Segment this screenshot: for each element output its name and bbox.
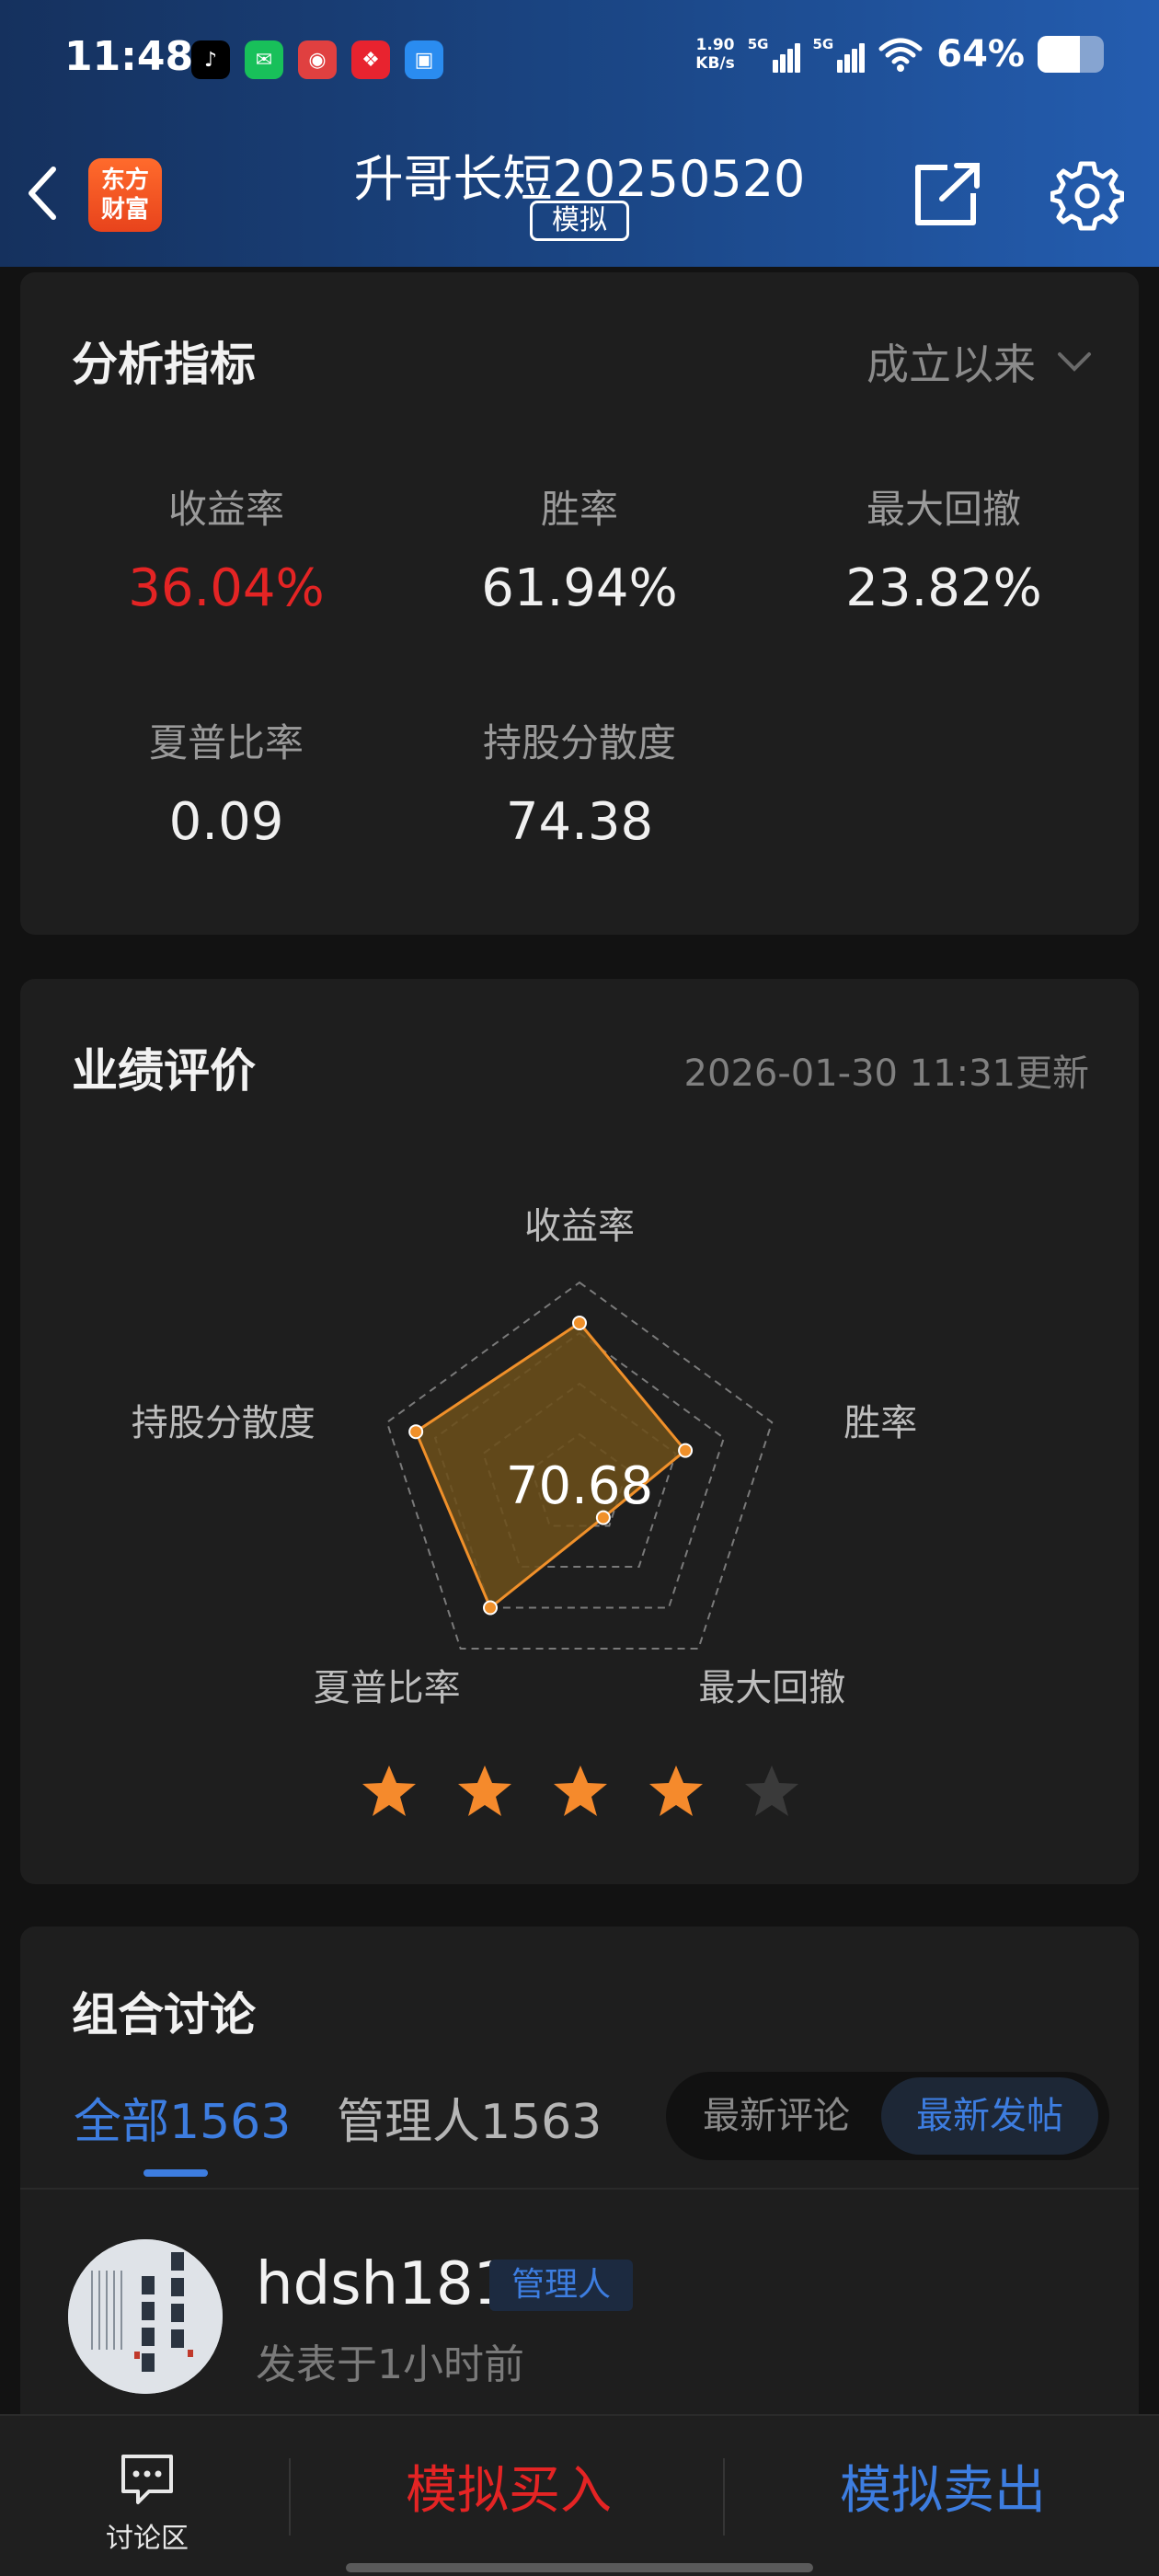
status-app-icons: ♪ ✉ ◉ ❖ ▣	[191, 40, 443, 79]
blue-app-icon: ▣	[405, 40, 443, 79]
metric-label: 胜率	[540, 487, 618, 532]
bottom-action-bar: 讨论区 模拟买入 模拟卖出	[0, 2414, 1159, 2576]
signal-icon: 5G	[748, 36, 800, 73]
metric-winrate: 胜率 61.94%	[405, 478, 754, 618]
star-filled-icon	[649, 1765, 703, 1816]
star-filled-icon	[554, 1765, 607, 1816]
share-button[interactable]	[911, 162, 984, 228]
discussion-title: 组合讨论	[72, 1988, 256, 2041]
signal-icon: 5G	[813, 36, 866, 73]
separator	[723, 2458, 725, 2536]
metric-value: 0.09	[168, 792, 284, 852]
metric-max-drawdown: 最大回撤 23.82%	[769, 478, 1119, 618]
metric-value: 74.38	[505, 792, 654, 852]
radar-axis-label: 最大回撤	[698, 1667, 845, 1709]
discussion-card: 组合讨论 全部1563 管理人1563 最新评论 最新发帖 hdsh181 管理…	[20, 1926, 1139, 2478]
star-filled-icon	[362, 1765, 416, 1816]
net-speed-unit: KB/s	[695, 54, 735, 73]
signal-label: 5G	[812, 36, 834, 52]
net-speed: 1.90 KB/s	[695, 36, 734, 73]
status-time: 11:48	[64, 33, 194, 80]
simulate-buy-button[interactable]: 模拟买入	[293, 2445, 725, 2537]
radar-point	[483, 1600, 499, 1616]
radar-point	[572, 1316, 587, 1330]
tab-all[interactable]: 全部1563	[74, 2083, 291, 2152]
metric-value: 23.82%	[845, 558, 1042, 618]
gear-icon	[1050, 161, 1125, 231]
telecom-icon: ◉	[298, 40, 337, 79]
battery-icon	[1038, 36, 1104, 73]
mode-badge: 模拟	[530, 201, 629, 241]
simulate-sell-button[interactable]: 模拟卖出	[727, 2445, 1159, 2537]
chevron-down-icon	[1058, 352, 1091, 372]
sort-segmented-control: 最新评论 最新发帖	[666, 2072, 1109, 2160]
manager-badge: 管理人	[489, 2260, 633, 2311]
star-rating	[361, 1763, 800, 1820]
performance-card: 业绩评价 2026-01-30 11:31更新 收益率 胜率 最大回撤 夏普比率 持股分…	[20, 979, 1139, 1884]
post-username[interactable]: hdsh181	[256, 2250, 511, 2318]
radar-chart: 收益率胜率最大回撤 夏普比率 持股分散度 70.68	[132, 1205, 917, 1709]
settings-button[interactable]	[1050, 158, 1125, 232]
sort-latest-post[interactable]: 最新发帖	[881, 2077, 1098, 2155]
wechat-icon: ✉	[245, 40, 283, 79]
radar-axis-label: 持股分散度	[132, 1402, 316, 1444]
analysis-title: 分析指标	[72, 338, 256, 391]
divider	[20, 2188, 1139, 2190]
metric-sharpe: 夏普比率 0.09	[52, 712, 401, 852]
star-filled-icon	[458, 1765, 511, 1816]
sort-latest-comment[interactable]: 最新评论	[675, 2077, 878, 2155]
metric-label: 持股分散度	[482, 720, 676, 765]
forum-button[interactable]: 讨论区	[74, 2453, 221, 2555]
home-indicator[interactable]	[346, 2563, 813, 2572]
avatar[interactable]	[68, 2239, 223, 2394]
period-label: 成立以来	[866, 339, 1036, 389]
wifi-icon	[878, 38, 923, 72]
radar-score: 70.68	[506, 1456, 653, 1516]
app-header: 11:48 ♪ ✉ ◉ ❖ ▣ 1.90 KB/s 5G 5G 64% 东方 财…	[0, 0, 1159, 267]
radar-axis-label: 夏普比率	[314, 1667, 461, 1709]
metric-return: 收益率 36.04%	[52, 478, 401, 618]
star-empty-icon	[745, 1765, 798, 1816]
analysis-card: 分析指标 成立以来 收益率 36.04% 胜率 61.94% 最大回撤 23.8…	[20, 272, 1139, 935]
metric-value: 36.04%	[128, 558, 325, 618]
tab-manager[interactable]: 管理人1563	[337, 2083, 602, 2152]
battery-percent: 64%	[936, 33, 1025, 75]
calligraphy-avatar-image	[68, 2239, 223, 2394]
signal-label: 5G	[747, 36, 769, 52]
tab-underline	[143, 2169, 208, 2177]
metric-label: 夏普比率	[148, 720, 304, 765]
post-time: 发表于1小时前	[256, 2341, 524, 2388]
radar-axis-label: 胜率	[843, 1402, 917, 1444]
separator	[289, 2458, 291, 2536]
metric-label: 收益率	[167, 487, 284, 532]
status-right: 1.90 KB/s 5G 5G 64%	[695, 33, 1104, 75]
red-app-icon: ❖	[351, 40, 390, 79]
radar-point	[678, 1443, 694, 1458]
metric-diversification: 持股分散度 74.38	[405, 712, 754, 852]
forum-label: 讨论区	[106, 2523, 189, 2555]
metric-value: 61.94%	[481, 558, 678, 618]
radar-point	[408, 1424, 424, 1440]
radar-axis-label: 收益率	[524, 1205, 635, 1248]
net-speed-value: 1.90	[695, 36, 735, 54]
share-icon	[915, 163, 980, 225]
metric-label: 最大回撤	[866, 487, 1021, 532]
tiktok-icon: ♪	[191, 40, 230, 79]
chat-bubble-icon	[121, 2455, 173, 2504]
period-dropdown[interactable]: 成立以来	[866, 331, 1093, 392]
